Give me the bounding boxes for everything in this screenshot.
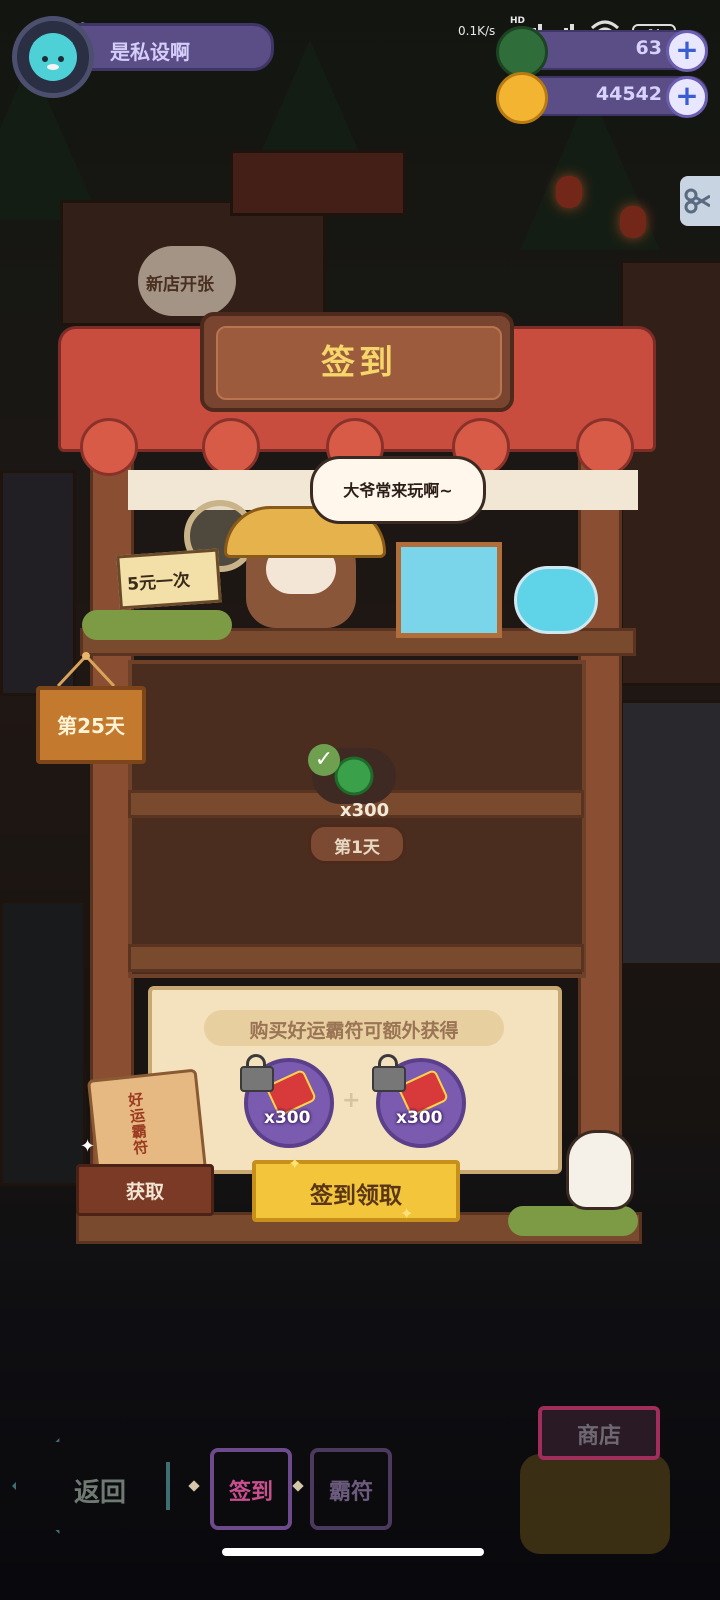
bonus-card: 购买好运霸符可额外获得	[148, 986, 562, 1174]
roof-tile	[80, 418, 138, 476]
moss-decoration	[508, 1206, 638, 1236]
lock-icon	[240, 1054, 274, 1092]
reward-day-tag: 第1天	[308, 824, 406, 864]
back-label: 返回	[74, 1478, 127, 1508]
shop-button[interactable]: 商店	[538, 1406, 660, 1460]
lock-icon	[372, 1054, 406, 1092]
add-jade-button[interactable]: +	[666, 30, 708, 72]
sparkle-icon: ✦	[80, 1136, 96, 1157]
roof-tile	[202, 418, 260, 476]
nav-separator	[292, 1480, 304, 1492]
fishbowl-icon	[514, 566, 598, 634]
get-lucky-charm-button[interactable]: 获取	[76, 1164, 214, 1216]
speech-bubble: 大爷常来玩啊~	[310, 456, 486, 524]
shelf-plank	[128, 944, 584, 972]
scissors-icon	[684, 188, 711, 214]
add-gold-button[interactable]: +	[666, 76, 708, 118]
jade-value: 63	[635, 37, 662, 59]
fish-tank-icon	[396, 542, 502, 638]
sparkle-icon: ✦	[288, 1154, 302, 1173]
bonus-item-count: x300	[264, 1108, 311, 1128]
green-jade-coin-icon	[496, 26, 548, 78]
gold-currency: 44542 +	[496, 72, 708, 124]
speech-bubble-text: 大爷常来玩啊~	[343, 481, 453, 500]
plus-separator: +	[342, 1088, 361, 1113]
tab-checkin[interactable]: 签到	[210, 1448, 292, 1530]
tab-lucky-charm-label: 霸符	[328, 1480, 373, 1505]
title-plate: 签到	[200, 312, 514, 412]
bonus-item-count: x300	[396, 1108, 443, 1128]
new-shop-sign-text: 新店开张	[146, 275, 214, 295]
roof-tile	[576, 418, 634, 476]
jade-currency: 63 +	[496, 26, 708, 78]
status-network-speed: 0.1K/s	[458, 24, 496, 38]
gold-value: 44542	[595, 83, 662, 105]
player-name: 是私设啊	[110, 40, 190, 64]
lucky-charm-ticket-text: 好运霸符	[127, 1090, 150, 1158]
claim-checkin-button[interactable]: 签到领取	[252, 1160, 460, 1222]
cyan-cat-avatar-icon	[29, 33, 77, 81]
claim-button-label: 签到领取	[310, 1183, 402, 1209]
new-shop-sign: 新店开张	[138, 246, 236, 316]
moss-decoration	[82, 610, 232, 640]
tab-checkin-label: 签到	[228, 1480, 273, 1505]
get-button-label: 获取	[125, 1181, 164, 1203]
price-sign: 5元一次	[116, 548, 222, 610]
back-button[interactable]: 返回	[12, 1428, 172, 1538]
nav-separator	[188, 1480, 200, 1492]
tab-lucky-charm[interactable]: 霸符	[310, 1448, 392, 1530]
avatar[interactable]	[12, 16, 94, 98]
bonus-card-heading-text: 购买好运霸符可额外获得	[249, 1020, 459, 1042]
reward-day-label: 第1天	[334, 838, 380, 858]
bottom-nav: 返回 签到 霸符 商店	[0, 1400, 720, 1600]
home-indicator[interactable]	[222, 1548, 484, 1556]
shop-cart-icon	[520, 1454, 670, 1554]
page-title: 签到	[321, 343, 397, 383]
side-scissors-button[interactable]	[680, 176, 720, 226]
price-sign-text: 5元一次	[126, 570, 191, 595]
claimed-check-icon: ✓	[308, 744, 340, 776]
player-profile[interactable]: 是私设啊	[12, 16, 274, 98]
sparkle-icon: ✦	[400, 1204, 414, 1223]
sign-string	[56, 652, 116, 688]
shop-label: 商店	[576, 1424, 621, 1449]
bonus-card-heading: 购买好运霸符可额外获得	[204, 1010, 504, 1046]
day-counter-sign: 第25天	[36, 686, 146, 764]
calico-cat	[566, 1130, 634, 1210]
day-counter: 第25天	[57, 714, 125, 738]
reward-count: x300	[340, 800, 390, 821]
gold-coin-icon	[496, 72, 548, 124]
